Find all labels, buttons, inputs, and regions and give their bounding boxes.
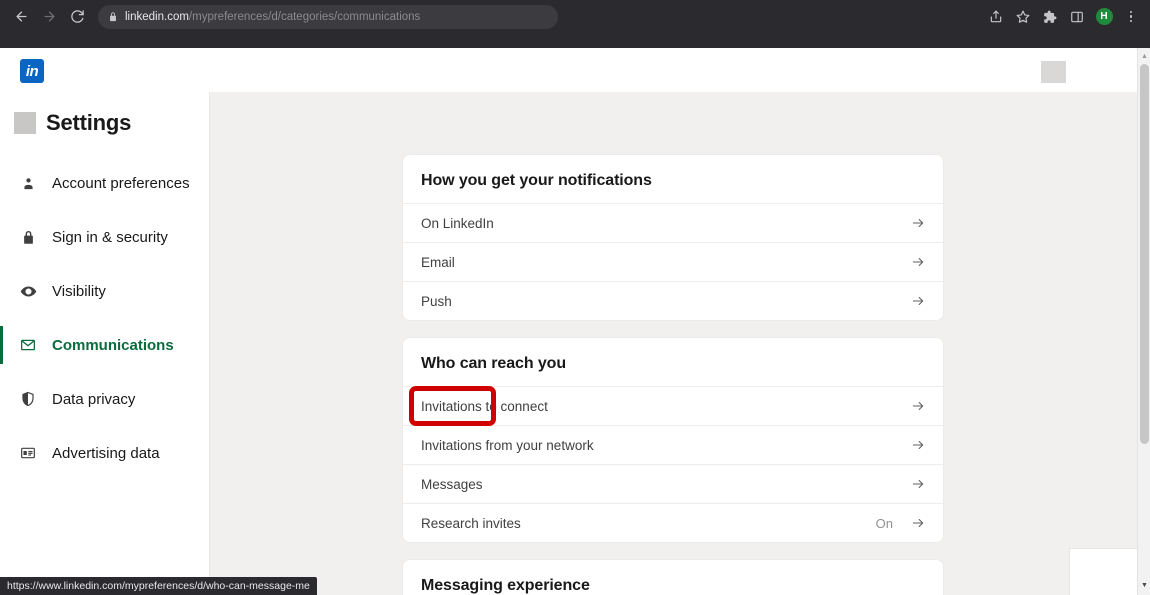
- linkedin-logo-icon[interactable]: in: [20, 59, 44, 83]
- row-label: Email: [421, 254, 455, 270]
- scrollbar-thumb[interactable]: [1140, 64, 1149, 444]
- envelope-icon: [18, 337, 38, 353]
- row-invitations-from-your-network[interactable]: Invitations from your network: [403, 425, 943, 464]
- sidebar-item-sign-in-security[interactable]: Sign in & security: [0, 210, 209, 264]
- share-button[interactable]: [983, 4, 1009, 30]
- linkedin-global-nav: in: [0, 48, 1137, 92]
- right-arrow-icon: [911, 399, 925, 413]
- card-title: Messaging experience: [421, 577, 590, 594]
- navigation-buttons: [0, 4, 90, 30]
- url-domain: linkedin.com: [125, 10, 189, 23]
- toolbar-actions: H: [983, 0, 1144, 33]
- bookmark-button[interactable]: [1010, 4, 1036, 30]
- shield-icon: [18, 391, 38, 407]
- card-title: How you get your notifications: [421, 172, 652, 189]
- back-arrow-icon: [16, 11, 26, 22]
- row-label: Push: [421, 293, 452, 309]
- card-who-can-reach-you: Who can reach you Invitations to connect…: [403, 338, 943, 542]
- right-arrow-icon: [911, 255, 925, 269]
- page-viewport: in Settings Account preferences Sign in …: [0, 48, 1150, 595]
- reload-icon: [70, 10, 84, 23]
- right-arrow-icon: [911, 216, 925, 230]
- browser-toolbar: linkedin.com/mypreferences/d/categories/…: [0, 0, 1150, 33]
- extensions-button[interactable]: [1037, 4, 1063, 30]
- sidebar-item-communications[interactable]: Communications: [0, 318, 209, 372]
- person-icon: [18, 176, 38, 191]
- row-value: On: [875, 515, 893, 531]
- screenshot-root: linkedin.com/mypreferences/d/categories/…: [0, 0, 1150, 595]
- row-right: [893, 216, 925, 230]
- right-arrow-icon: [911, 294, 925, 308]
- status-bar: https://www.linkedin.com/mypreferences/d…: [0, 577, 317, 595]
- ad-card-icon: [18, 445, 38, 461]
- three-dot-menu-icon: [1129, 10, 1133, 23]
- row-right: [893, 294, 925, 308]
- row-label: Research invites: [421, 515, 521, 531]
- page-scrollbar[interactable]: ▲ ▼: [1137, 48, 1150, 595]
- row-research-invites[interactable]: Research invites On: [403, 503, 943, 542]
- row-email[interactable]: Email: [403, 242, 943, 281]
- row-label: Invitations from your network: [421, 437, 594, 453]
- extensions-puzzle-icon: [1044, 10, 1057, 23]
- sidebar-item-data-privacy[interactable]: Data privacy: [0, 372, 209, 426]
- profile-button[interactable]: H: [1091, 4, 1117, 30]
- right-arrow-icon: [911, 477, 925, 491]
- row-right: On: [876, 516, 925, 531]
- row-right: [893, 438, 925, 452]
- right-arrow-icon: [911, 516, 925, 530]
- row-right: [893, 399, 925, 413]
- sidebar-item-label: Account preferences: [52, 174, 190, 192]
- scroll-up-arrow-icon[interactable]: ▲: [1138, 50, 1150, 62]
- settings-title-text: Settings: [46, 110, 132, 135]
- scroll-down-arrow-icon[interactable]: ▼: [1138, 579, 1150, 591]
- page-title: Settings: [0, 92, 209, 136]
- tab-strip-shadow: [0, 33, 1150, 48]
- sidebar-item-label: Advertising data: [52, 444, 160, 462]
- row-label: Invitations to connect: [421, 398, 548, 414]
- side-panel-button[interactable]: [1064, 4, 1090, 30]
- row-push[interactable]: Push: [403, 281, 943, 320]
- side-panel-icon: [1071, 11, 1083, 22]
- settings-cards: How you get your notifications On Linked…: [403, 155, 943, 595]
- row-right: [893, 255, 925, 269]
- sidebar-item-label: Communications: [52, 336, 174, 354]
- avatar: H: [1095, 8, 1113, 25]
- row-right: [893, 477, 925, 491]
- settings-sidebar: Settings Account preferences Sign in & s…: [0, 92, 210, 595]
- sidebar-item-label: Data privacy: [52, 390, 136, 408]
- lock-icon: [18, 230, 38, 245]
- card-messaging-experience: Messaging experience Read receipts and t…: [403, 560, 943, 595]
- row-label: On LinkedIn: [421, 215, 494, 231]
- forward-button[interactable]: [36, 4, 62, 30]
- eye-icon: [18, 283, 38, 300]
- right-arrow-icon: [911, 438, 925, 452]
- settings-nav-list: Account preferences Sign in & security V…: [0, 156, 209, 480]
- settings-placeholder-icon: [14, 112, 36, 134]
- card-title: Who can reach you: [421, 355, 566, 372]
- sidebar-item-label: Sign in & security: [52, 228, 168, 246]
- forward-arrow-icon: [44, 11, 54, 22]
- header-placeholder-box: [1041, 61, 1066, 83]
- row-messages[interactable]: Messages: [403, 464, 943, 503]
- share-icon: [990, 10, 1002, 22]
- card-how-you-get-your-notifications: How you get your notifications On Linked…: [403, 155, 943, 320]
- url-text: linkedin.com/mypreferences/d/categories/…: [125, 11, 420, 23]
- sidebar-item-label: Visibility: [52, 282, 106, 300]
- sidebar-item-advertising-data[interactable]: Advertising data: [0, 426, 209, 480]
- sidebar-item-account-preferences[interactable]: Account preferences: [0, 156, 209, 210]
- row-label: Messages: [421, 476, 483, 492]
- chrome-menu-button[interactable]: [1118, 4, 1144, 30]
- url-path: /mypreferences/d/categories/communicatio…: [188, 10, 421, 23]
- bookmark-star-icon: [1016, 10, 1030, 23]
- back-button[interactable]: [8, 4, 34, 30]
- sidebar-item-visibility[interactable]: Visibility: [0, 264, 209, 318]
- settings-main-content: How you get your notifications On Linked…: [210, 92, 1137, 595]
- row-invitations-to-connect[interactable]: Invitations to connect: [403, 386, 943, 425]
- row-on-linkedin[interactable]: On LinkedIn: [403, 203, 943, 242]
- lock-icon: [108, 11, 118, 22]
- reload-button[interactable]: [64, 4, 90, 30]
- address-bar[interactable]: linkedin.com/mypreferences/d/categories/…: [98, 4, 558, 29]
